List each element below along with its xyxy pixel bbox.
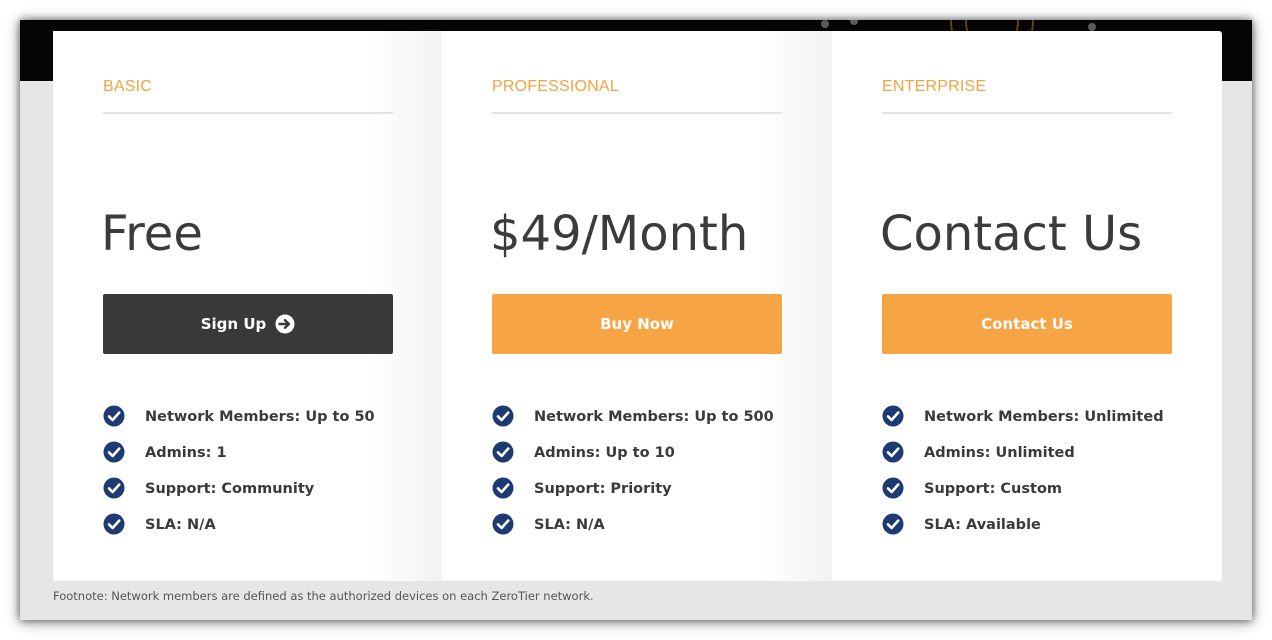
- pricing-card-basic: BASIC Free Sign Up Network Members: Up t…: [53, 31, 442, 581]
- check-circle-icon: [492, 477, 514, 499]
- divider: [882, 112, 1172, 114]
- feature-item: Network Members: Unlimited: [882, 404, 1164, 440]
- check-circle-icon: [103, 477, 125, 499]
- browser-window: BASIC Free Sign Up Network Members: Up t…: [20, 20, 1252, 620]
- feature-item: Admins: 1: [103, 440, 375, 476]
- divider: [492, 112, 782, 114]
- feature-text: Support: Priority: [534, 481, 672, 497]
- check-circle-icon: [492, 441, 514, 463]
- feature-item: SLA: Available: [882, 512, 1164, 548]
- feature-item: SLA: N/A: [103, 512, 375, 548]
- decorative-dot: [1088, 23, 1096, 31]
- check-circle-icon: [103, 513, 125, 535]
- plan-tier: BASIC: [103, 78, 153, 95]
- feature-item: Admins: Up to 10: [492, 440, 774, 476]
- feature-text: Support: Community: [145, 481, 315, 497]
- plan-price: Free: [101, 206, 203, 262]
- feature-text: Network Members: Up to 50: [145, 409, 375, 425]
- check-circle-icon: [492, 405, 514, 427]
- check-circle-icon: [882, 513, 904, 535]
- check-circle-icon: [103, 405, 125, 427]
- feature-text: Admins: 1: [145, 445, 227, 461]
- feature-text: Admins: Unlimited: [924, 445, 1075, 461]
- decorative-dot: [821, 20, 829, 28]
- contact-us-button[interactable]: Contact Us: [882, 294, 1172, 354]
- feature-item: SLA: N/A: [492, 512, 774, 548]
- contact-us-label: Contact Us: [981, 315, 1073, 333]
- feature-text: Network Members: Unlimited: [924, 409, 1164, 425]
- plan-price: Contact Us: [880, 206, 1143, 262]
- feature-text: Admins: Up to 10: [534, 445, 675, 461]
- feature-item: Network Members: Up to 500: [492, 404, 774, 440]
- feature-text: SLA: N/A: [534, 517, 605, 533]
- feature-list: Network Members: Up to 500 Admins: Up to…: [492, 404, 774, 548]
- pricing-card-enterprise: ENTERPRISE Contact Us Contact Us Network…: [832, 31, 1222, 581]
- divider: [103, 112, 393, 114]
- feature-list: Network Members: Up to 50 Admins: 1 Supp…: [103, 404, 375, 548]
- buy-now-label: Buy Now: [600, 315, 674, 333]
- check-circle-icon: [882, 441, 904, 463]
- decorative-dot: [850, 20, 858, 25]
- buy-now-button[interactable]: Buy Now: [492, 294, 782, 354]
- footnote: Footnote: Network members are defined as…: [53, 589, 594, 603]
- pricing-card-professional: PROFESSIONAL $49/Month Buy Now Network M…: [442, 31, 832, 581]
- arrow-circle-right-icon: [275, 314, 295, 334]
- check-circle-icon: [882, 477, 904, 499]
- feature-text: Support: Custom: [924, 481, 1063, 497]
- plan-tier: PROFESSIONAL: [492, 78, 619, 95]
- check-circle-icon: [882, 405, 904, 427]
- feature-list: Network Members: Unlimited Admins: Unlim…: [882, 404, 1164, 548]
- feature-text: Network Members: Up to 500: [534, 409, 774, 425]
- feature-text: SLA: Available: [924, 517, 1041, 533]
- check-circle-icon: [103, 441, 125, 463]
- feature-text: SLA: N/A: [145, 517, 216, 533]
- feature-item: Support: Custom: [882, 476, 1164, 512]
- check-circle-icon: [492, 513, 514, 535]
- plan-tier: ENTERPRISE: [882, 78, 987, 95]
- sign-up-button[interactable]: Sign Up: [103, 294, 393, 354]
- feature-item: Support: Priority: [492, 476, 774, 512]
- sign-up-label: Sign Up: [200, 315, 267, 333]
- feature-item: Network Members: Up to 50: [103, 404, 375, 440]
- plan-price: $49/Month: [490, 206, 749, 262]
- feature-item: Support: Community: [103, 476, 375, 512]
- feature-item: Admins: Unlimited: [882, 440, 1164, 476]
